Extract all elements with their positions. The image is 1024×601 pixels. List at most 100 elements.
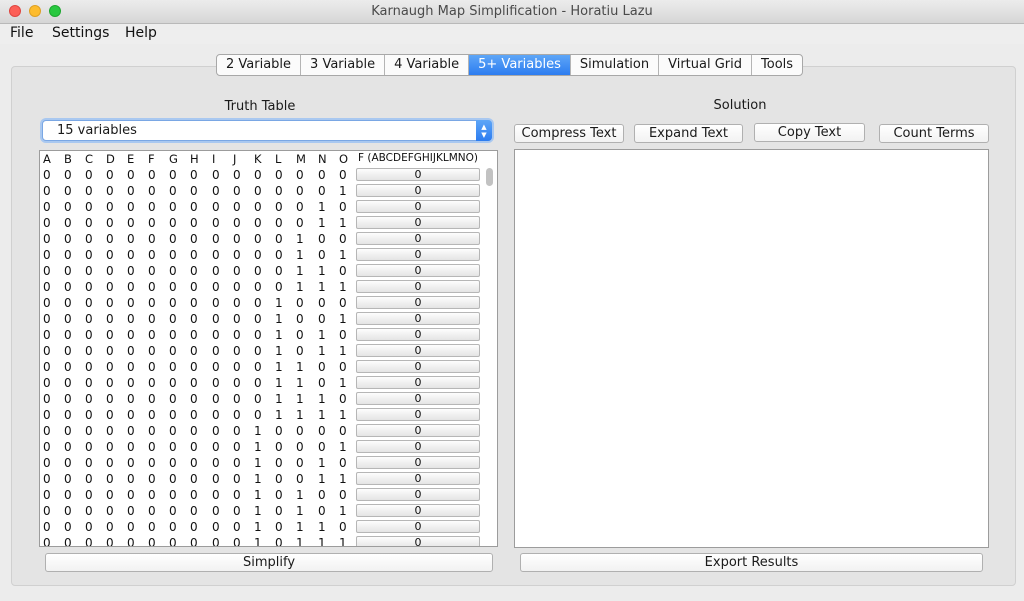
tab-2-variable[interactable]: 2 Variable bbox=[217, 55, 302, 75]
table-cell: 0 bbox=[169, 168, 177, 182]
function-output-toggle[interactable]: 0 bbox=[356, 536, 480, 546]
compress-text-button[interactable]: Compress Text bbox=[514, 124, 624, 143]
table-cell: 1 bbox=[254, 520, 262, 534]
table-cell: 0 bbox=[106, 344, 114, 358]
table-cell: 0 bbox=[296, 312, 304, 326]
table-scrollbar[interactable] bbox=[486, 168, 493, 186]
table-cell: 0 bbox=[106, 536, 114, 547]
function-output-toggle[interactable]: 0 bbox=[356, 504, 480, 517]
function-output-toggle[interactable]: 0 bbox=[356, 216, 480, 229]
function-output-toggle[interactable]: 0 bbox=[356, 264, 480, 277]
table-cell: 0 bbox=[233, 488, 241, 502]
table-cell: 0 bbox=[275, 488, 283, 502]
expand-text-button[interactable]: Expand Text bbox=[634, 124, 743, 143]
column-header-f: F bbox=[148, 152, 155, 166]
table-cell: 0 bbox=[43, 504, 51, 518]
tab-5-variables[interactable]: 5+ Variables bbox=[469, 55, 571, 75]
solution-text-area[interactable] bbox=[514, 149, 989, 548]
table-cell: 0 bbox=[318, 488, 326, 502]
tab-virtual-grid[interactable]: Virtual Grid bbox=[659, 55, 753, 75]
tab-3-variable[interactable]: 3 Variable bbox=[301, 55, 386, 75]
table-cell: 0 bbox=[106, 408, 114, 422]
function-output-toggle[interactable]: 0 bbox=[356, 408, 480, 421]
function-output-toggle[interactable]: 0 bbox=[356, 248, 480, 261]
menu-file[interactable]: File bbox=[10, 25, 33, 41]
table-cell: 0 bbox=[212, 168, 220, 182]
export-results-button[interactable]: Export Results bbox=[520, 553, 983, 572]
tab-tools[interactable]: Tools bbox=[752, 55, 802, 75]
table-cell: 0 bbox=[296, 296, 304, 310]
table-cell: 0 bbox=[233, 312, 241, 326]
table-cell: 0 bbox=[339, 488, 347, 502]
table-cell: 0 bbox=[296, 184, 304, 198]
column-header-i: I bbox=[212, 152, 216, 166]
count-terms-button[interactable]: Count Terms bbox=[879, 124, 989, 143]
table-cell: 0 bbox=[212, 488, 220, 502]
table-cell: 1 bbox=[254, 472, 262, 486]
function-output-toggle[interactable]: 0 bbox=[356, 360, 480, 373]
table-cell: 0 bbox=[64, 536, 72, 547]
table-cell: 0 bbox=[169, 216, 177, 230]
function-output-toggle[interactable]: 0 bbox=[356, 200, 480, 213]
column-header-l: L bbox=[275, 152, 282, 166]
function-output-toggle[interactable]: 0 bbox=[356, 488, 480, 501]
table-cell: 0 bbox=[148, 200, 156, 214]
function-output-toggle[interactable]: 0 bbox=[356, 344, 480, 357]
function-output-toggle[interactable]: 0 bbox=[356, 376, 480, 389]
table-cell: 1 bbox=[318, 200, 326, 214]
function-output-toggle[interactable]: 0 bbox=[356, 232, 480, 245]
table-cell: 0 bbox=[190, 536, 198, 547]
copy-text-button[interactable]: Copy Text bbox=[754, 123, 865, 142]
function-output-toggle[interactable]: 0 bbox=[356, 312, 480, 325]
table-cell: 1 bbox=[254, 456, 262, 470]
table-cell: 0 bbox=[339, 296, 347, 310]
menu-help[interactable]: Help bbox=[125, 25, 157, 41]
table-cell: 0 bbox=[318, 360, 326, 374]
function-output-toggle[interactable]: 0 bbox=[356, 296, 480, 309]
table-cell: 0 bbox=[275, 248, 283, 262]
table-cell: 0 bbox=[212, 280, 220, 294]
function-output-toggle[interactable]: 0 bbox=[356, 520, 480, 533]
function-output-toggle[interactable]: 0 bbox=[356, 328, 480, 341]
table-cell: 0 bbox=[148, 168, 156, 182]
tab-4-variable[interactable]: 4 Variable bbox=[385, 55, 470, 75]
function-output-toggle[interactable]: 0 bbox=[356, 280, 480, 293]
table-cell: 0 bbox=[190, 408, 198, 422]
table-cell: 0 bbox=[106, 488, 114, 502]
variable-count-value: 15 variables bbox=[57, 123, 137, 138]
table-cell: 0 bbox=[43, 296, 51, 310]
table-cell: 0 bbox=[212, 248, 220, 262]
table-cell: 0 bbox=[148, 536, 156, 547]
table-cell: 0 bbox=[169, 520, 177, 534]
column-header-k: K bbox=[254, 152, 262, 166]
table-cell: 1 bbox=[318, 280, 326, 294]
table-cell: 0 bbox=[127, 280, 135, 294]
truth-table[interactable]: ABCDEFGHIJKLMNOF (ABCDEFGHIJKLMNO) 0 0 0 0 0 0… bbox=[39, 150, 498, 547]
table-cell: 0 bbox=[43, 264, 51, 278]
tab-simulation[interactable]: Simulation bbox=[571, 55, 660, 75]
simplify-button[interactable]: Simplify bbox=[45, 553, 493, 572]
table-cell: 0 bbox=[85, 296, 93, 310]
table-cell: 0 bbox=[106, 168, 114, 182]
function-output-toggle[interactable]: 0 bbox=[356, 168, 480, 181]
table-cell: 0 bbox=[43, 200, 51, 214]
table-cell: 0 bbox=[85, 216, 93, 230]
function-output-toggle[interactable]: 0 bbox=[356, 392, 480, 405]
function-output-toggle[interactable]: 0 bbox=[356, 184, 480, 197]
table-cell: 0 bbox=[127, 360, 135, 374]
table-cell: 1 bbox=[318, 216, 326, 230]
table-cell: 0 bbox=[127, 264, 135, 278]
function-output-toggle[interactable]: 0 bbox=[356, 472, 480, 485]
table-cell: 1 bbox=[296, 504, 304, 518]
table-cell: 0 bbox=[233, 328, 241, 342]
function-output-toggle[interactable]: 0 bbox=[356, 424, 480, 437]
table-cell: 0 bbox=[233, 344, 241, 358]
table-cell: 0 bbox=[254, 184, 262, 198]
function-output-toggle[interactable]: 0 bbox=[356, 456, 480, 469]
table-cell: 0 bbox=[169, 360, 177, 374]
variable-count-select[interactable]: 15 variables ▲ ▼ bbox=[42, 120, 492, 141]
function-output-toggle[interactable]: 0 bbox=[356, 440, 480, 453]
select-arrows-icon: ▲ ▼ bbox=[476, 120, 492, 141]
table-cell: 1 bbox=[339, 376, 347, 390]
menu-settings[interactable]: Settings bbox=[52, 25, 109, 41]
